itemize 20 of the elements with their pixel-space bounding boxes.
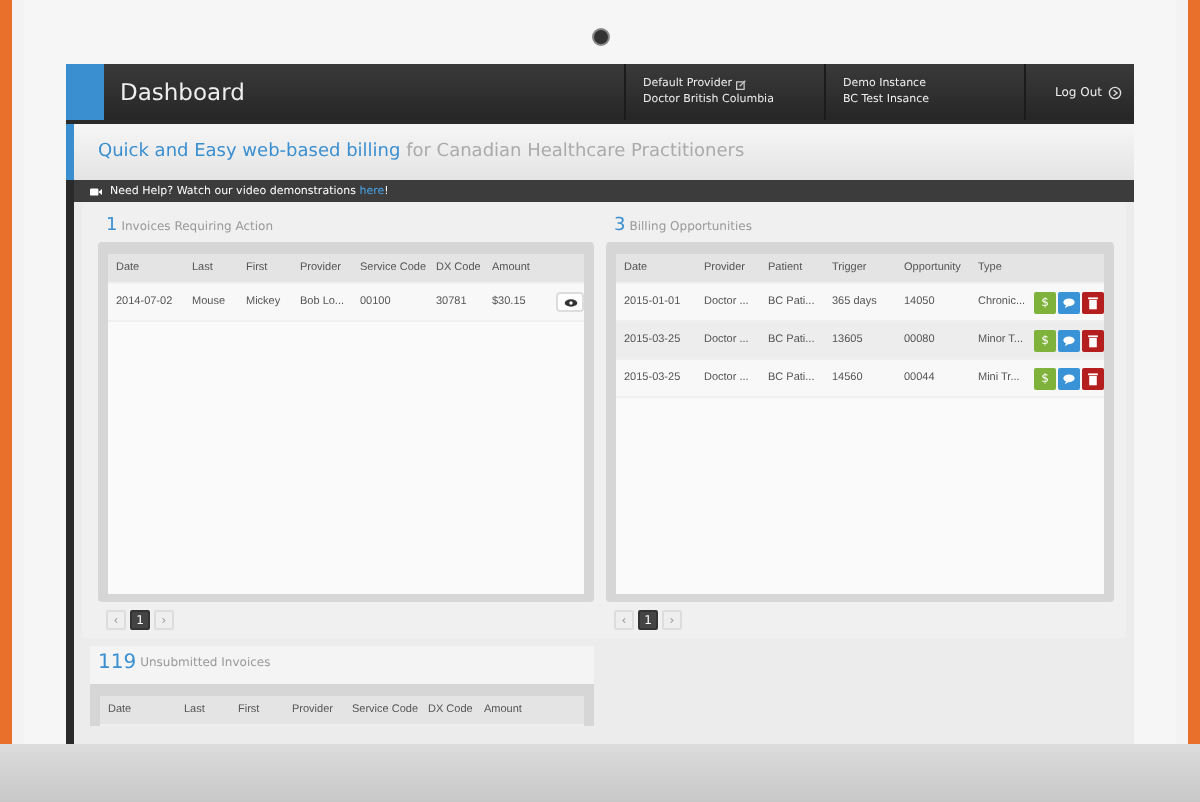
page-title: Dashboard <box>118 78 247 106</box>
edit-icon[interactable] <box>735 79 746 89</box>
delete-button[interactable] <box>1082 367 1104 389</box>
chat-icon <box>1062 371 1076 385</box>
trash-icon <box>1086 333 1100 347</box>
trash-icon <box>1086 371 1100 385</box>
tagline: Quick and Easy web-based billing for Canadian Healthcare Practitioners <box>74 124 1134 180</box>
view-button[interactable] <box>556 292 584 312</box>
trash-icon <box>1086 295 1100 309</box>
delete-button[interactable] <box>1082 329 1104 351</box>
video-icon <box>90 187 102 195</box>
message-button[interactable] <box>1058 367 1080 389</box>
message-button[interactable] <box>1058 291 1080 313</box>
message-button[interactable] <box>1058 329 1080 351</box>
eye-icon <box>563 297 577 307</box>
sidebar-strip <box>66 64 104 120</box>
camera-icon <box>591 28 609 46</box>
chat-icon <box>1062 333 1076 347</box>
chat-icon <box>1062 295 1076 309</box>
delete-button[interactable] <box>1082 291 1104 313</box>
